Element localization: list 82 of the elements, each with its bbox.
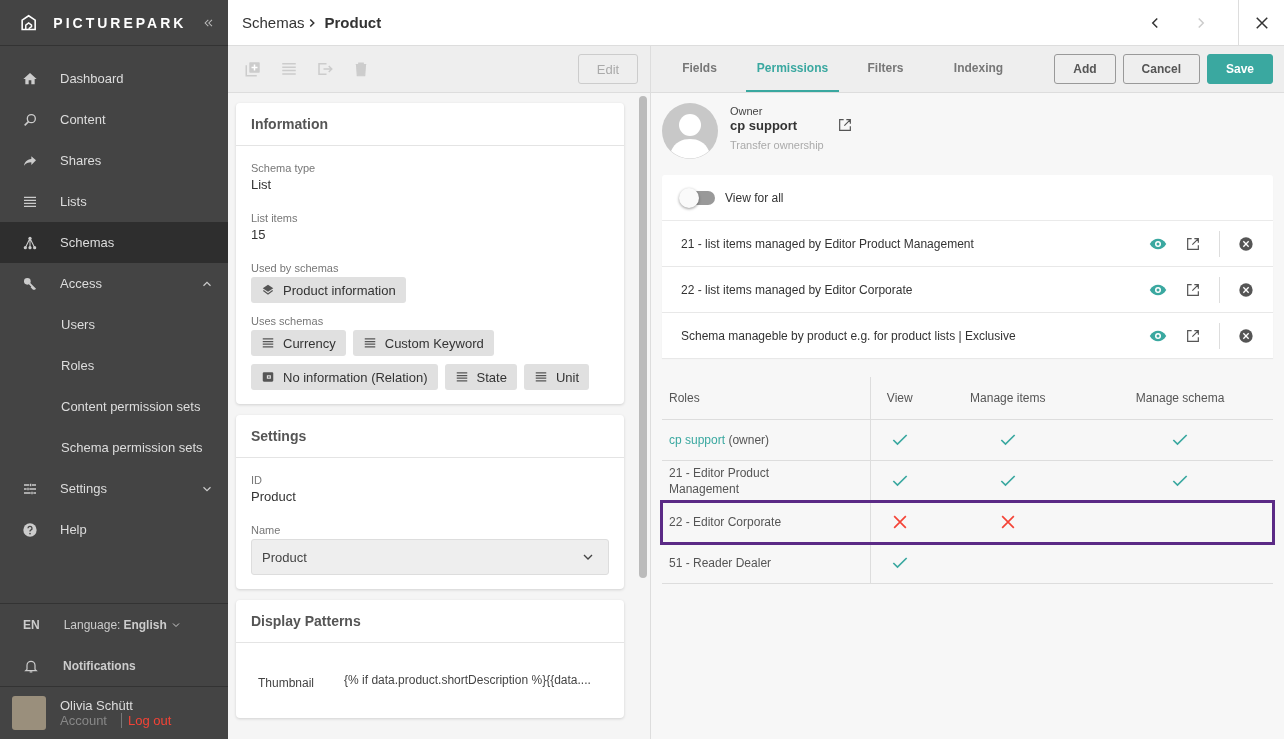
list-icon <box>261 336 275 350</box>
search-icon <box>22 111 38 128</box>
nav-subitem[interactable]: Roles <box>0 345 228 386</box>
owner-name: cp support <box>730 117 799 133</box>
open-external-icon[interactable] <box>1185 235 1201 252</box>
nav-item[interactable]: Schemas <box>0 222 228 263</box>
language-code: EN <box>23 617 40 632</box>
schema-chip[interactable]: Product information <box>251 277 406 303</box>
role-name: 22 - Editor Corporate <box>669 514 783 530</box>
nav-item[interactable]: Content <box>0 99 228 140</box>
toggle-label: View for all <box>725 190 785 205</box>
schema-chip[interactable]: Custom Keyword <box>352 330 494 356</box>
column-header: Roles <box>662 377 871 420</box>
list-icon <box>533 370 548 384</box>
remove-circle-icon[interactable] <box>1238 235 1254 252</box>
nav-item[interactable]: Dashboard <box>0 58 228 99</box>
nav-item[interactable]: Shares <box>0 140 228 181</box>
open-external-icon[interactable] <box>1185 327 1201 344</box>
pattern-value: {% if data.product.shortDescription %}{{data.... <box>344 673 591 689</box>
nav-subitem[interactable]: Schema permission sets <box>0 427 228 468</box>
column-header: Manage schema <box>1087 377 1273 420</box>
avatar-photo-placeholder <box>12 696 46 730</box>
language-selector[interactable]: Language: English <box>63 617 182 632</box>
brand-name: PICTUREPARK <box>53 14 187 31</box>
field-label: Name <box>251 524 282 536</box>
field-label: List items <box>251 212 299 224</box>
role-name: 51 - Reader Dealer <box>669 555 773 571</box>
nav-item[interactable]: Help <box>0 509 228 550</box>
schema-chip[interactable]: No information (Relation) <box>251 364 438 390</box>
nav-item[interactable]: Settings <box>0 468 228 509</box>
notifications-link[interactable]: Notifications <box>63 658 136 673</box>
open-external-icon[interactable] <box>837 117 853 133</box>
nav-subitem[interactable]: Content permission sets <box>0 386 228 427</box>
list-icon <box>454 370 469 384</box>
hierarchy-icon <box>22 234 38 251</box>
column-header: Manage items <box>928 377 1088 420</box>
scrollbar[interactable] <box>639 96 647 578</box>
schema-chip[interactable]: Unit <box>523 364 589 390</box>
role-note: (owner) <box>728 433 770 447</box>
add-copy-icon[interactable] <box>244 60 262 78</box>
owner-caption: Owner <box>730 105 764 117</box>
role-name: 21 - Editor Product Management <box>669 465 771 497</box>
field-label: Schema type <box>251 162 317 174</box>
page-title: Product <box>324 14 383 31</box>
card-title: Settings <box>236 415 624 458</box>
view-for-all-toggle[interactable] <box>681 190 715 205</box>
relation-icon <box>261 370 275 384</box>
field-value: 15 <box>251 227 267 242</box>
field-value: List <box>251 177 273 192</box>
pattern-label: Thumbnail <box>258 675 315 690</box>
permission-set-name: 22 - list items managed by Editor Corporate <box>681 282 914 297</box>
remove-circle-icon[interactable] <box>1238 281 1254 298</box>
card-title: Display Patterns <box>236 600 624 643</box>
column-header: View <box>870 377 929 420</box>
layers-icon <box>261 283 275 297</box>
tab[interactable]: Indexing <box>932 46 1025 92</box>
nav-item[interactable]: Access <box>0 263 228 304</box>
remove-circle-icon[interactable] <box>1238 327 1254 344</box>
open-external-icon[interactable] <box>1185 281 1201 298</box>
action-button[interactable]: Add <box>1054 54 1116 84</box>
permission-set-name: 21 - list items managed by Editor Product Management <box>681 236 975 251</box>
field-label: Uses schemas <box>251 315 325 327</box>
field-label: ID <box>251 474 263 486</box>
nav-item[interactable]: Lists <box>0 181 228 222</box>
home-icon <box>22 70 38 87</box>
name-dropdown[interactable]: Product <box>251 539 609 575</box>
avatar-silhouette-icon <box>662 103 718 159</box>
field-value: Product <box>251 489 297 504</box>
permission-set-name: Schema manageble by product e.g. for product lists | Exclusive <box>681 328 1017 343</box>
list-icon <box>362 336 377 350</box>
tab[interactable]: Fields <box>653 46 746 92</box>
schema-chip[interactable]: Currency <box>251 330 346 356</box>
help-icon <box>22 521 38 538</box>
user-name: Olivia Schütt <box>60 698 134 713</box>
schema-chip[interactable]: State <box>444 364 517 390</box>
action-button[interactable]: Cancel <box>1122 54 1200 84</box>
card-title: Information <box>236 103 624 146</box>
field-label: Used by schemas <box>251 262 340 274</box>
nav-subitem[interactable]: Users <box>0 304 228 345</box>
tab[interactable]: Filters <box>839 46 932 92</box>
key-icon <box>22 275 38 292</box>
breadcrumb-link[interactable]: Schemas <box>242 14 305 31</box>
